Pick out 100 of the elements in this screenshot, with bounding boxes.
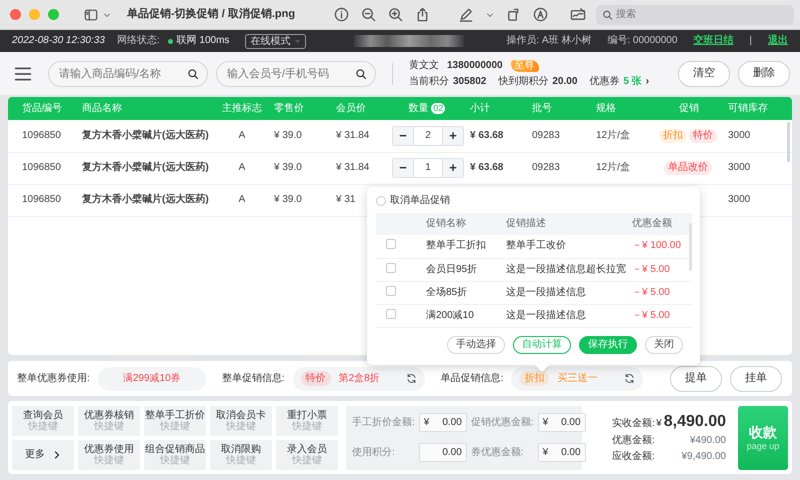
table-cell: ¥ 39.0 (270, 120, 332, 152)
quantity-field[interactable]: 1 (413, 159, 443, 177)
zoom-in-icon[interactable] (388, 7, 403, 22)
column-header: 促销描述 (504, 213, 630, 235)
delete-button[interactable]: 删除 (738, 60, 790, 86)
amount-field[interactable]: ¥ 0.00 (538, 443, 586, 462)
mode-dropdown[interactable]: 在线模式 (245, 34, 306, 48)
hold-order-button[interactable]: 挂单 (730, 366, 782, 392)
member-search-field[interactable]: 输入会员号/手机号码 (216, 60, 376, 86)
radio-button[interactable] (376, 196, 386, 206)
received-amount: 8,490.00 (664, 412, 726, 432)
refresh-icon[interactable] (624, 373, 636, 384)
function-key[interactable]: 取消限购 快捷键 (210, 440, 272, 470)
function-key[interactable]: 整单手工折价 快捷键 (144, 406, 206, 436)
amount-field[interactable]: ¥ 0.00 (418, 413, 467, 432)
pen-icon[interactable] (458, 7, 474, 22)
column-header: 促销 (654, 97, 724, 120)
table-cell: 12片/盒 (592, 152, 654, 184)
function-key[interactable]: 重打小票 快捷键 (276, 406, 338, 436)
table-cell: －¥ 5.00 (630, 304, 692, 327)
table-cell: ¥ 39.0 (270, 152, 332, 184)
menu-icon[interactable] (14, 64, 32, 82)
column-header: 批号 (528, 97, 592, 120)
rotate-icon[interactable] (506, 7, 521, 22)
caret-icon (294, 38, 302, 44)
column-header: 货品编号 (8, 97, 78, 120)
promo-tag: 折扣 (519, 371, 550, 386)
column-header: 小计 (466, 97, 528, 120)
sidebar-icon[interactable] (83, 8, 99, 22)
table-cell: 09283 (528, 152, 592, 184)
checkbox[interactable] (386, 308, 396, 318)
info-icon[interactable] (334, 7, 349, 22)
column-header: 优惠金额 (630, 213, 692, 235)
table-cell: 复方木香小檗碱片(远大医药) (78, 184, 214, 216)
amount-label: 使用积分: (352, 446, 396, 458)
coupons-label: 优惠券 (589, 76, 620, 88)
popup-button[interactable]: 关闭 (645, 336, 683, 354)
due-amount: ¥9,490.00 (682, 451, 726, 464)
more-button[interactable]: 更多 (12, 440, 74, 470)
minus-button[interactable]: − (393, 126, 413, 145)
function-key[interactable]: 取消会员卡 快捷键 (210, 406, 272, 436)
table-cell: ¥ 63.68 (466, 120, 528, 152)
column-header: 数量 (408, 102, 429, 114)
plus-button[interactable]: + (443, 159, 463, 177)
checkbox[interactable] (386, 286, 396, 296)
submit-order-button[interactable]: 提单 (670, 366, 722, 392)
checkbox[interactable] (386, 262, 396, 272)
amount-label: 手工折价金额: (352, 416, 415, 428)
points-value: 305802 (453, 76, 486, 88)
shift-close-link[interactable]: 交班日结 (693, 35, 734, 47)
clear-button[interactable]: 清空 (678, 60, 730, 86)
signature-icon[interactable] (568, 7, 588, 22)
search-icon[interactable] (187, 68, 199, 80)
discount-label: 优惠金额: (612, 435, 655, 448)
table-cell: 这是一段描述信息 (504, 281, 630, 304)
coupon-label: 整单优惠券使用: (17, 372, 90, 384)
received-currency: ¥ (656, 418, 662, 430)
function-key[interactable]: 组合促销商品 快捷键 (144, 440, 206, 470)
minus-button[interactable]: − (393, 159, 413, 177)
markup-icon[interactable] (533, 7, 548, 22)
table-cell: 12片/盒 (592, 120, 654, 152)
column-header: 商品名称 (78, 97, 214, 120)
expiring-points-label: 快到期积分 (498, 76, 548, 88)
amount-field[interactable]: 0.00 (418, 443, 467, 462)
order-promo-label: 整单促销信息: (222, 372, 285, 384)
function-key[interactable]: 优惠券核销 快捷键 (78, 406, 140, 436)
popup-button[interactable]: 手动选择 (447, 336, 505, 354)
due-label: 应收金额: (612, 451, 655, 464)
table-cell: ¥ 63.68 (466, 152, 528, 184)
refresh-icon[interactable] (406, 373, 417, 384)
logout-link[interactable]: 退出 (768, 35, 788, 47)
table-cell: 整单手工折扣 (424, 235, 504, 258)
table-cell: 09283 (528, 120, 592, 152)
search-icon[interactable] (355, 68, 367, 80)
discount-amount: ¥490.00 (690, 435, 726, 448)
zoom-out-icon[interactable] (361, 7, 376, 22)
plus-button[interactable]: + (443, 126, 463, 145)
member-name: 黄文文 (409, 60, 439, 72)
checkbox[interactable] (386, 239, 396, 250)
column-header: 可销库存 (724, 97, 792, 120)
coupons-count: 5 张 (623, 76, 642, 88)
function-key[interactable]: 录入会员 快捷键 (276, 440, 338, 470)
column-header: 规格 (592, 97, 654, 120)
share-icon[interactable] (415, 7, 430, 22)
operator-label: 操作员: A班 林小树 (506, 35, 592, 47)
scrollbar-thumb[interactable] (787, 122, 790, 162)
amount-field[interactable]: ¥ 0.00 (538, 413, 586, 432)
function-key[interactable]: 查询会员 快捷键 (12, 406, 74, 436)
column-header: 零售价 (270, 97, 332, 120)
table-cell: A (214, 184, 270, 216)
table-cell: A (214, 120, 270, 152)
points-label: 当前积分 (409, 76, 449, 88)
quantity-field[interactable]: 2 (413, 126, 443, 145)
column-header: 主推标志 (214, 97, 270, 120)
table-cell: 1096850 (8, 120, 78, 152)
product-search-field[interactable]: 请输入商品编码/名称 (48, 60, 208, 86)
coupons-arrow[interactable]: › (646, 76, 650, 88)
search-field[interactable]: 搜索 (596, 4, 794, 24)
number-label: 编号: 00000000 (607, 35, 678, 47)
function-key[interactable]: 优惠券使用 快捷键 (78, 440, 140, 470)
